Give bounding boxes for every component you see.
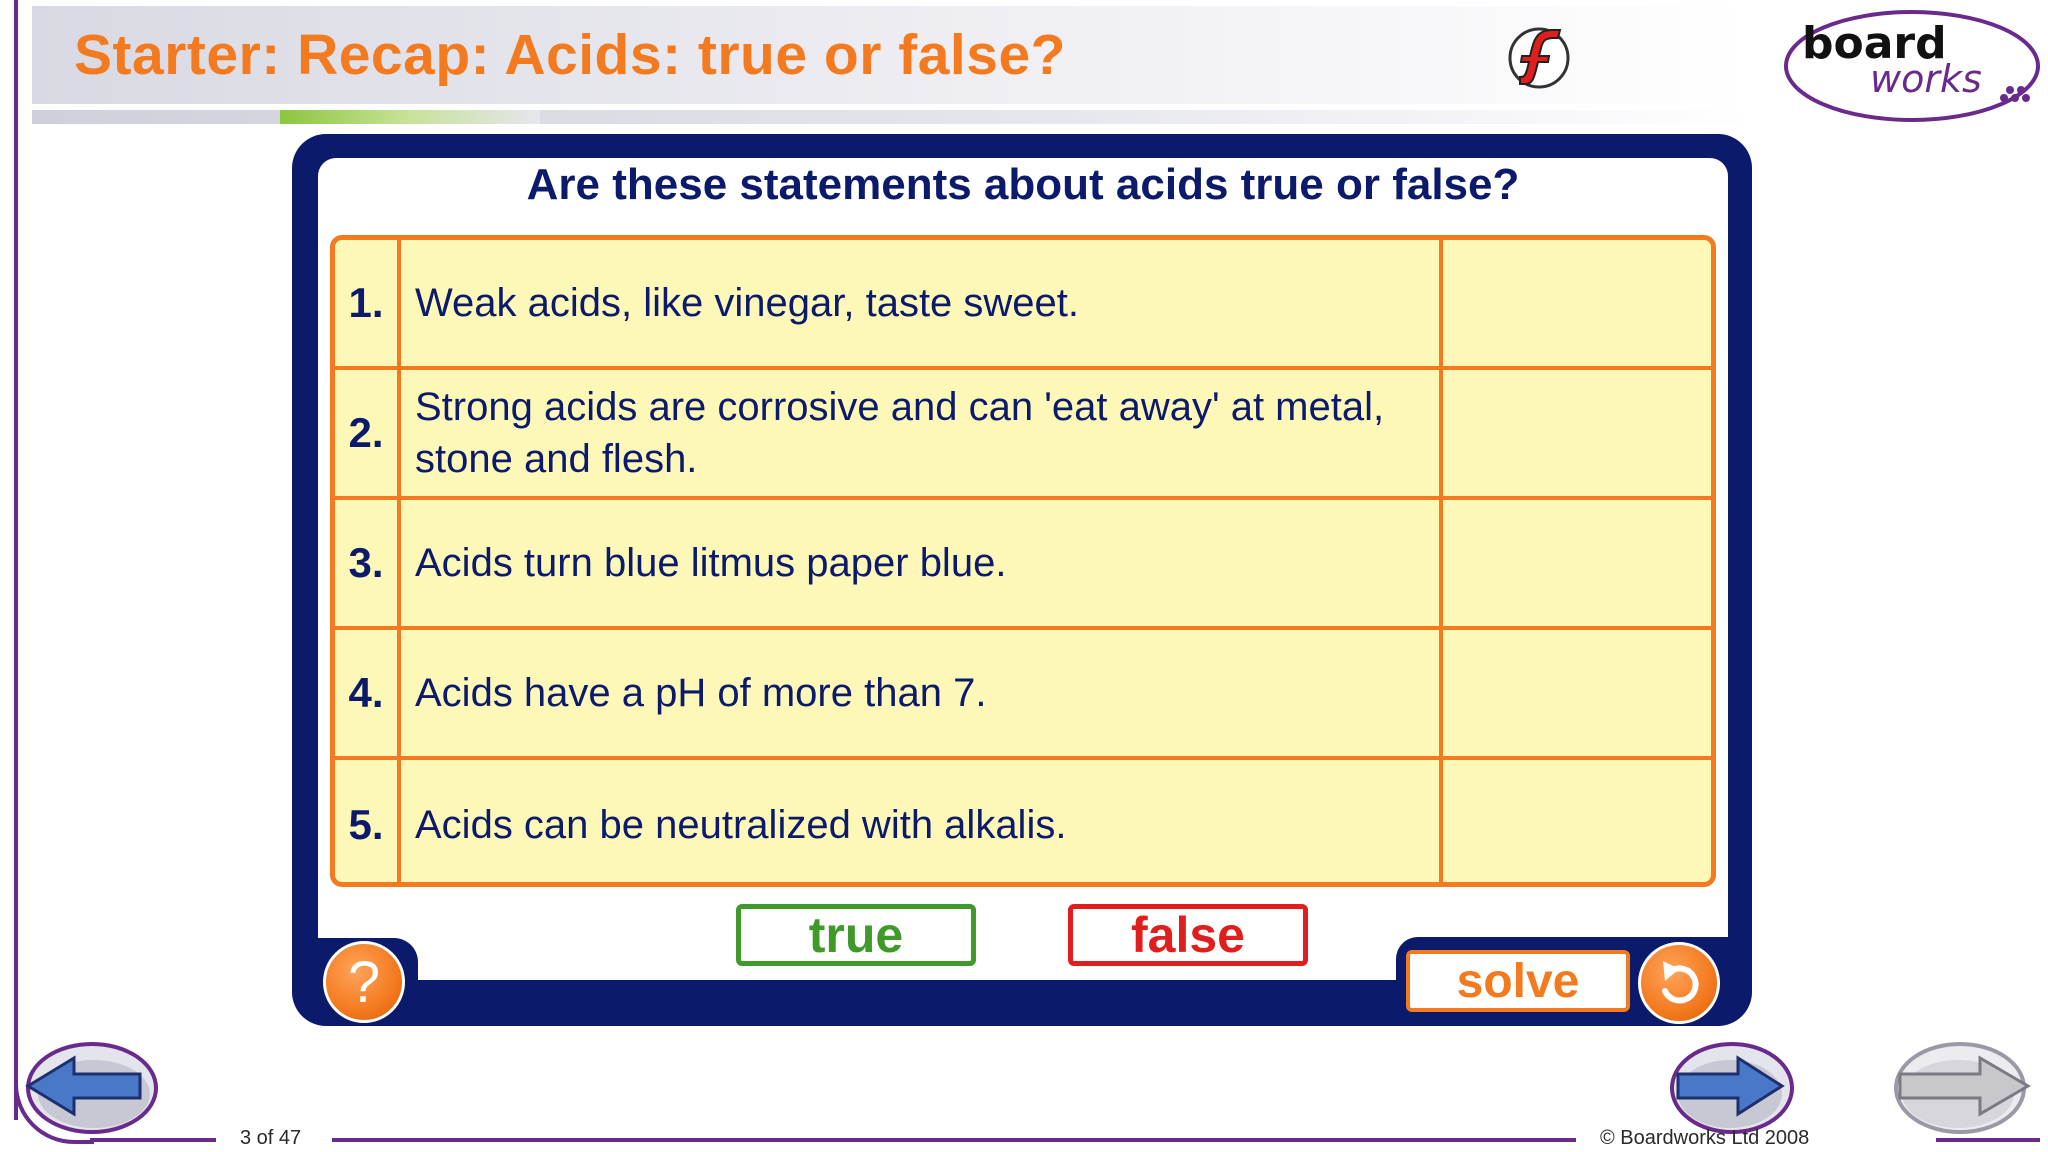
answer-drop-zone[interactable] — [1439, 760, 1711, 882]
reset-arrow-icon — [1662, 961, 1699, 1004]
next-slide-arrow-icon[interactable] — [1884, 1036, 2034, 1136]
statement-number: 5. — [335, 760, 401, 882]
false-label-button[interactable]: false — [1068, 904, 1308, 966]
arrow-left-icon[interactable] — [20, 1036, 160, 1136]
statement-text: Acids have a pH of more than 7. — [415, 671, 987, 715]
activity-question: Are these statements about acids true or… — [526, 160, 1520, 209]
statement-number: 3. — [335, 500, 401, 626]
solve-button[interactable]: solve — [1406, 950, 1630, 1012]
slide-frame-left — [14, 0, 18, 1120]
svg-text:works: works — [1870, 57, 1982, 101]
footer-rule-left — [90, 1138, 216, 1142]
statement-number: 2. — [335, 370, 401, 496]
answer-drop-zone[interactable] — [1439, 630, 1711, 756]
answer-drop-zone[interactable] — [1439, 370, 1711, 496]
statement-text: Acids turn blue litmus paper blue. — [415, 541, 1007, 585]
help-button[interactable]: ? — [323, 941, 405, 1023]
statement-text: Acids can be neutralized with alkalis. — [415, 803, 1067, 847]
title-underline-accent — [280, 110, 540, 124]
copyright-notice: © Boardworks Ltd 2008 — [1600, 1127, 1810, 1149]
statement-row: 1. Weak acids, like vinegar, taste sweet… — [335, 240, 1711, 370]
question-mark-icon: ? — [347, 949, 381, 1015]
page-number: 3 of 47 — [240, 1127, 302, 1149]
statement-row: 5. Acids can be neutralized with alkalis… — [335, 760, 1711, 882]
statement-number: 1. — [335, 240, 401, 366]
statement-text: Weak acids, like vinegar, taste sweet. — [415, 281, 1080, 325]
statements-table: 1. Weak acids, like vinegar, taste sweet… — [330, 235, 1716, 887]
flash-icon[interactable] — [1506, 20, 1572, 94]
boardworks-logo: board works — [1784, 10, 2040, 122]
statement-text: Strong acids are corrosive and can 'eat … — [415, 385, 1385, 481]
statement-row: 3. Acids turn blue litmus paper blue. — [335, 500, 1711, 630]
true-label-button[interactable]: true — [736, 904, 976, 966]
answer-drop-zone[interactable] — [1439, 240, 1711, 366]
footer-rule-right — [1936, 1138, 2040, 1142]
page-title: Starter: Recap: Acids: true or false? — [74, 23, 1066, 87]
answer-drop-zone[interactable] — [1439, 500, 1711, 626]
statement-number: 4. — [335, 630, 401, 756]
arrow-right-icon[interactable] — [1664, 1036, 1804, 1136]
reset-button[interactable] — [1638, 942, 1720, 1024]
statement-row: 2. Strong acids are corrosive and can 'e… — [335, 370, 1711, 500]
footer-rule-middle — [332, 1138, 1576, 1142]
statement-row: 4. Acids have a pH of more than 7. — [335, 630, 1711, 760]
